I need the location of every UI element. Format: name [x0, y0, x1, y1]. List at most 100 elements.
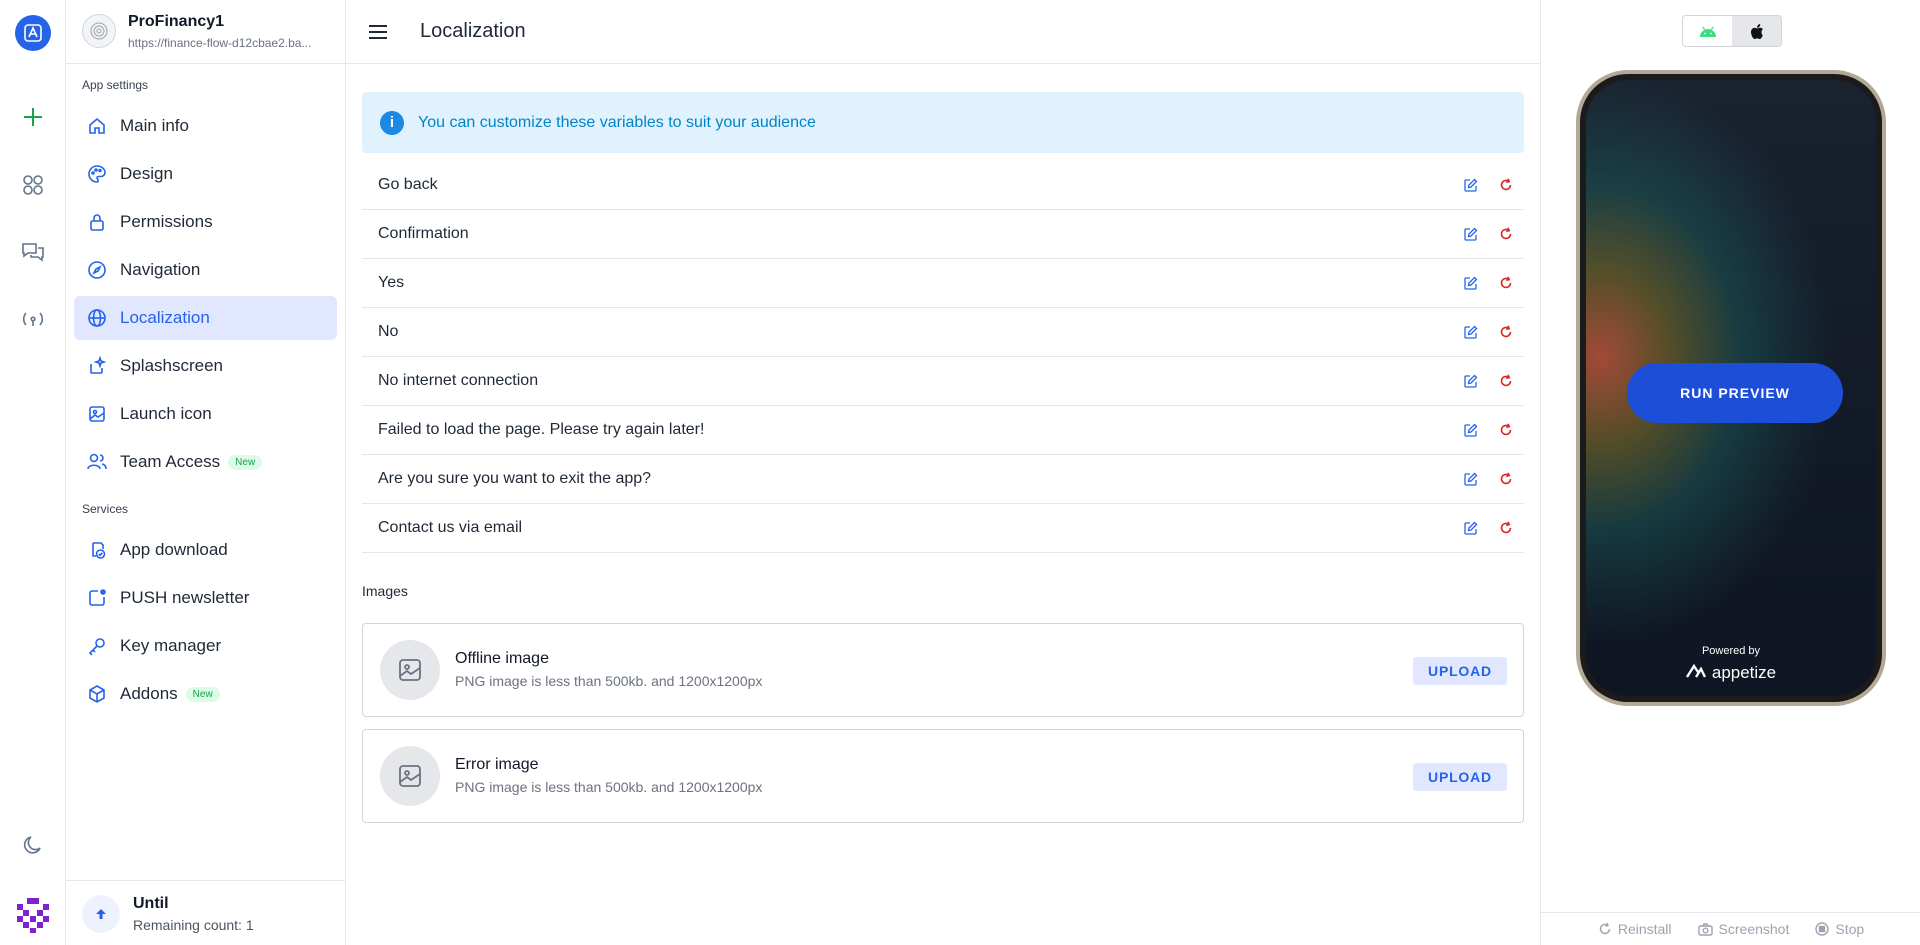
- sidebar-item-label: Localization: [120, 308, 210, 327]
- variable-row: Confirmation: [362, 210, 1524, 259]
- run-preview-button[interactable]: RUN PREVIEW: [1627, 363, 1843, 423]
- variable-row: Failed to load the page. Please try agai…: [362, 406, 1524, 455]
- sidebar-item-app-download[interactable]: App download: [74, 528, 337, 572]
- chat-icon[interactable]: [18, 237, 48, 267]
- stop-icon: [1815, 922, 1830, 936]
- grid-apps-icon[interactable]: [18, 170, 48, 200]
- sidebar-item-design[interactable]: Design: [74, 152, 337, 196]
- compass-icon: [86, 259, 108, 281]
- variable-row: Go back: [362, 161, 1524, 210]
- sidebar-item-push-newsletter[interactable]: PUSH newsletter: [74, 576, 337, 620]
- edit-icon[interactable]: [1452, 265, 1488, 301]
- download-badge-icon: [86, 539, 108, 561]
- project-switcher[interactable]: ProFinancy1 https://finance-flow-d12cbae…: [66, 0, 346, 64]
- add-project-icon[interactable]: [18, 102, 48, 132]
- palette-icon: [86, 163, 108, 185]
- user-avatar[interactable]: [13, 894, 53, 934]
- notification-icon: [86, 587, 108, 609]
- package-icon: [86, 683, 108, 705]
- image-placeholder-icon: [380, 746, 440, 806]
- sidebar-item-label: PUSH newsletter: [120, 588, 250, 607]
- brand-name: appetize: [1711, 663, 1777, 682]
- dark-mode-icon[interactable]: [18, 830, 48, 860]
- sparkle-icon: [86, 355, 108, 377]
- upload-offline-image-button[interactable]: UPLOAD: [1413, 657, 1507, 685]
- variable-label: No internet connection: [378, 372, 539, 389]
- edit-icon[interactable]: [1452, 461, 1488, 497]
- info-icon: i: [380, 110, 404, 135]
- edit-icon[interactable]: [1452, 167, 1488, 203]
- android-platform-button[interactable]: [1683, 16, 1732, 46]
- lock-icon: [86, 211, 108, 233]
- edit-icon[interactable]: [1452, 314, 1488, 350]
- reset-icon[interactable]: [1488, 167, 1524, 203]
- info-text: You can customize these variables to sui…: [418, 113, 816, 131]
- image-icon: [86, 403, 108, 425]
- sidebar-item-addons[interactable]: Addons New: [74, 672, 337, 716]
- section-label-services: Services: [82, 502, 129, 516]
- main-content: Localization i You can customize these v…: [346, 0, 1540, 945]
- app-logo-icon[interactable]: [15, 15, 51, 51]
- reset-icon[interactable]: [1488, 265, 1524, 301]
- new-badge: New: [185, 686, 220, 702]
- reset-icon[interactable]: [1488, 461, 1524, 497]
- card-title: Offline image: [455, 650, 549, 667]
- edit-icon[interactable]: [1452, 510, 1488, 546]
- section-label-app-settings: App settings: [82, 78, 149, 92]
- app-rail: [0, 0, 66, 945]
- sidebar-item-label: Permissions: [120, 212, 213, 231]
- screenshot-button[interactable]: Screenshot: [1697, 921, 1789, 937]
- sidebar-item-label: Addons: [120, 684, 178, 703]
- edit-icon[interactable]: [1452, 412, 1488, 448]
- variable-row: Yes: [362, 259, 1524, 308]
- sidebar-item-localization[interactable]: Localization: [74, 296, 337, 340]
- offline-image-card: Offline image PNG image is less than 500…: [362, 623, 1524, 717]
- reset-icon[interactable]: [1488, 216, 1524, 252]
- hamburger-menu-icon[interactable]: [366, 20, 390, 44]
- reset-icon[interactable]: [1488, 510, 1524, 546]
- ios-platform-button[interactable]: [1732, 16, 1781, 46]
- error-image-card: Error image PNG image is less than 500kb…: [362, 729, 1524, 823]
- edit-icon[interactable]: [1452, 216, 1488, 252]
- sidebar-item-key-manager[interactable]: Key manager: [74, 624, 337, 668]
- variable-label: Confirmation: [378, 225, 469, 242]
- sidebar-item-launch-icon[interactable]: Launch icon: [74, 392, 337, 436]
- reinstall-button[interactable]: Reinstall: [1598, 921, 1672, 937]
- reset-icon[interactable]: [1488, 412, 1524, 448]
- sidebar-item-label: Splashscreen: [120, 356, 224, 375]
- sidebar-item-team-access[interactable]: Team Access New: [74, 440, 337, 484]
- upload-error-image-button[interactable]: UPLOAD: [1413, 763, 1507, 791]
- camera-icon: [1697, 922, 1713, 936]
- phone-screen: RUN PREVIEW Powered by appetize: [1586, 80, 1876, 696]
- home-icon: [86, 115, 108, 137]
- reload-icon: [1599, 922, 1611, 935]
- sidebar-item-main-info[interactable]: Main info: [74, 104, 337, 148]
- variable-row: Contact us via email: [362, 504, 1524, 553]
- reset-icon[interactable]: [1488, 363, 1524, 399]
- broadcast-icon[interactable]: [18, 304, 48, 334]
- upgrade-arrow-icon[interactable]: [82, 895, 120, 933]
- variable-row: No: [362, 308, 1524, 357]
- page-title: Localization: [420, 20, 526, 42]
- variable-label: Yes: [378, 274, 405, 291]
- sidebar-item-permissions[interactable]: Permissions: [74, 200, 337, 244]
- sidebar-item-label: Navigation: [120, 260, 201, 279]
- sidebar-item-navigation[interactable]: Navigation: [74, 248, 337, 292]
- plan-title: Until: [133, 895, 169, 912]
- card-subtitle: PNG image is less than 500kb. and 1200x1…: [455, 673, 763, 689]
- sidebar-item-splashscreen[interactable]: Splashscreen: [74, 344, 337, 388]
- appetize-logo: appetize: [1586, 663, 1876, 683]
- sidebar-item-label: Launch icon: [120, 404, 212, 423]
- stop-button[interactable]: Stop: [1815, 921, 1864, 937]
- sidebar-item-label: Main info: [120, 116, 189, 135]
- variable-label: Failed to load the page. Please try agai…: [378, 421, 705, 438]
- users-icon: [86, 451, 108, 473]
- plan-status[interactable]: Until Remaining count: 1: [66, 880, 346, 945]
- images-heading: Images: [362, 583, 408, 599]
- reset-icon[interactable]: [1488, 314, 1524, 350]
- project-name: ProFinancy1: [128, 13, 225, 30]
- variable-label: No: [378, 323, 399, 340]
- sidebar-item-label: App download: [120, 540, 228, 559]
- info-banner: i You can customize these variables to s…: [362, 92, 1524, 153]
- edit-icon[interactable]: [1452, 363, 1488, 399]
